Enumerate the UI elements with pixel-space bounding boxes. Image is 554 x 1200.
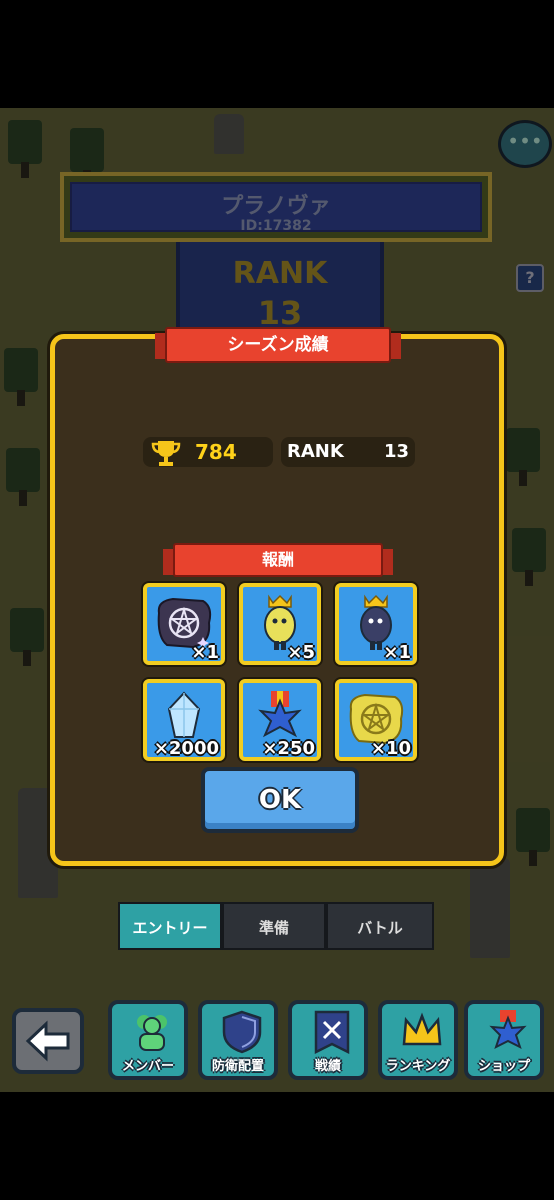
progress-steps: エントリー 準備 バトル bbox=[118, 902, 438, 952]
reward-quantity: ×250 bbox=[262, 738, 315, 759]
dialog-title-ribbon: シーズン成績 bbox=[155, 327, 401, 363]
reward-item[interactable]: ×2000 bbox=[143, 679, 225, 761]
shop-label: ショップ bbox=[477, 1059, 530, 1074]
defense-button[interactable]: 防衛配置 bbox=[198, 1000, 278, 1080]
star-medal-icon bbox=[489, 1010, 527, 1049]
ok-button[interactable]: OK bbox=[201, 767, 359, 833]
step-entry: エントリー bbox=[118, 902, 222, 950]
record-label: 戦績 bbox=[314, 1059, 341, 1074]
season-rank: RANK 13 bbox=[281, 437, 415, 467]
members-icon bbox=[137, 1015, 167, 1051]
reward-item[interactable]: ×1 bbox=[335, 583, 417, 665]
shop-button[interactable]: ショップ bbox=[464, 1000, 544, 1080]
rewards-title-ribbon: 報酬 bbox=[163, 543, 393, 577]
season-results-dialog: シーズン成績 784 RANK 13 報酬 ×1 ×5 ×1 ×2000 ×25… bbox=[50, 327, 504, 866]
reward-quantity: ×1 bbox=[191, 642, 219, 663]
crown-icon bbox=[402, 1012, 442, 1046]
defense-label: 防衛配置 bbox=[211, 1059, 264, 1074]
shield-icon bbox=[222, 1010, 262, 1054]
battle-record-icon bbox=[314, 1010, 350, 1054]
back-button[interactable] bbox=[12, 1008, 84, 1074]
reward-quantity: ×1 bbox=[383, 642, 411, 663]
step-prepare: 準備 bbox=[222, 902, 326, 950]
dialog-title: シーズン成績 bbox=[165, 327, 391, 363]
reward-item[interactable]: ×5 bbox=[239, 583, 321, 665]
reward-quantity: ×5 bbox=[287, 642, 315, 663]
back-arrow-icon bbox=[25, 1020, 70, 1062]
reward-item[interactable]: ×250 bbox=[239, 679, 321, 761]
trophy-score: 784 bbox=[143, 437, 273, 467]
step-battle: バトル bbox=[326, 902, 434, 950]
reward-quantity: ×10 bbox=[370, 738, 411, 759]
rank-label: RANK bbox=[287, 441, 344, 462]
reward-item[interactable]: ×10 bbox=[335, 679, 417, 761]
trophy-value: 784 bbox=[195, 440, 237, 464]
reward-item[interactable]: ×1 bbox=[143, 583, 225, 665]
ranking-button[interactable]: ランキング bbox=[378, 1000, 458, 1080]
members-label: メンバー bbox=[121, 1059, 174, 1074]
rewards-title: 報酬 bbox=[173, 543, 383, 577]
members-button[interactable]: メンバー bbox=[108, 1000, 188, 1080]
ranking-label: ランキング bbox=[385, 1059, 451, 1074]
trophy-icon bbox=[151, 441, 181, 466]
rank-value: 13 bbox=[383, 441, 409, 462]
record-button[interactable]: 戦績 bbox=[288, 1000, 368, 1080]
game-screen: ••• RANK 13 プラノヴァ ID:17382 ? シーズン成績 784 bbox=[0, 108, 554, 1092]
reward-quantity: ×2000 bbox=[153, 738, 219, 759]
